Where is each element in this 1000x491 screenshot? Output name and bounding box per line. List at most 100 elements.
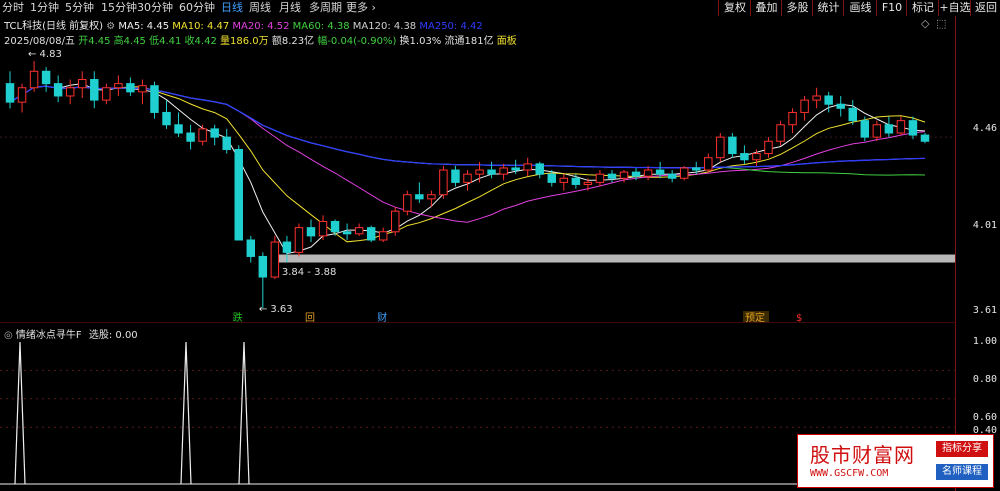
info-high: 高4.45 [113,36,146,47]
event-marker-1: 回 [305,312,315,322]
high-label: ← 4.83 [28,49,62,60]
toolbar-button-0[interactable]: 复权 [718,0,751,16]
toolbar-button-7[interactable]: +自选 [938,0,971,16]
signal-spike-0 [14,341,26,485]
fullscreen-icon[interactable]: ⬚ [936,17,946,30]
candle-63 [764,137,773,158]
candle-36 [439,165,448,199]
ma-line-MA5 [9,83,926,255]
candle-55 [667,170,677,183]
expand-icon[interactable]: ◇ [921,17,929,30]
indicator-tick-1: 0.80 [972,374,997,385]
candle-10 [126,77,135,96]
candle-2 [29,61,39,92]
candle-34 [415,182,424,203]
info-close: 收4.42 [184,36,217,47]
price-tick-1: 4.01 [972,220,997,231]
indicator-header: ◎ 情绪冰点寻牛F 选股: 0.00 [4,326,138,341]
toolbar-button-3[interactable]: 统计 [812,0,844,16]
toolbar-button-2[interactable]: 多股 [781,0,813,16]
ma-legend-1: MA10: 4.47 [172,21,233,32]
period-tab-7[interactable]: 周线 [249,0,271,16]
period-tab-10[interactable]: 更多 › [346,0,376,16]
toolbar-button-8[interactable]: 返回 [970,0,1000,16]
period-tab-5[interactable]: 60分钟 [179,0,215,16]
indicator-select: 选股: 0.00 [88,330,138,341]
candle-1 [17,83,27,113]
ma-legend-0: MA5: 4.45 [118,21,173,32]
ma-legend-5: MA250: 4.42 [419,21,483,32]
candle-32 [391,207,400,236]
candle-73 [884,116,894,138]
period-tab-3[interactable]: 15分钟 [101,0,137,16]
period-tab-1[interactable]: 1分钟 [30,0,59,16]
period-tab-4[interactable]: 30分钟 [137,0,173,16]
candle-29 [354,223,364,236]
indicator-toggle-icon[interactable]: ◎ [4,330,16,341]
indicator-tick-0: 1.00 [972,336,997,347]
candle-60 [728,133,737,158]
price-chart[interactable]: ← 4.83 3.84 - 3.88 ← 3.63 跌 回 财 预定 $ [0,16,955,322]
board-link[interactable]: 面板 [497,36,517,47]
info-open: 开4.45 [78,36,111,47]
period-tab-9[interactable]: 多周期 [309,0,342,16]
candle-13 [162,100,171,129]
toolbar-button-1[interactable]: 叠加 [750,0,782,16]
ma-line-MA20 [9,85,926,223]
candle-24 [294,223,304,257]
ma-legend-3: MA60: 4.38 [292,21,353,32]
range-label: 3.84 - 3.88 [282,267,337,278]
support-band [272,254,955,263]
candle-40 [487,161,496,179]
ma-legend-2: MA20: 4.52 [232,21,293,32]
candle-76 [920,133,930,144]
candle-38 [463,170,472,191]
candle-56 [679,165,689,181]
candle-12 [150,81,159,119]
period-toolbar: 分时 1分钟 5分钟 15分钟 30分钟 60分钟 日线 周线 月线 多周期 更多 › 复权 叠加 多股统… [0,0,1000,16]
event-marker-4: $ [796,313,802,322]
price-tick-2: 3.61 [972,305,997,316]
watermark-title: 股市财富网 [810,443,915,467]
candle-20 [246,235,256,263]
candle-65 [788,108,797,134]
candle-70 [848,100,857,125]
candle-64 [776,120,785,146]
candle-72 [872,120,882,142]
candle-15 [186,124,195,150]
candle-18 [222,128,231,154]
ma-line-MA120 [9,85,926,169]
candle-44 [535,161,544,179]
period-tab-0[interactable]: 分时 [2,0,24,16]
info-volume: 量186.0万 [220,36,269,47]
period-tab-6[interactable]: 日线 [221,0,243,16]
candle-43 [523,157,532,177]
toolbar-button-6[interactable]: 标记 [906,0,939,16]
candle-3 [41,67,51,92]
candle-7 [90,71,99,109]
settings-icon[interactable]: ⚙ [106,21,118,32]
info-turnover: 换1.03% [399,36,442,47]
signal-spike-1 [180,341,192,485]
candle-26 [318,215,328,240]
toolbar-button-4[interactable]: 画线 [843,0,877,16]
toolbar-button-5[interactable]: F10 [876,0,907,16]
candle-14 [174,112,183,138]
info-change: 幅-0.04(-0.90%) [317,36,397,47]
candle-17 [210,124,219,146]
watermark-url: WWW.GSCFW.COM [810,468,889,479]
candle-67 [812,87,821,109]
watermark-tag2: 名师课程 [936,464,988,480]
candle-50 [607,170,617,183]
period-tab-8[interactable]: 月线 [279,0,301,16]
candle-11 [138,79,147,105]
candle-66 [800,95,809,121]
candle-30 [366,225,376,243]
candle-21 [258,252,268,308]
candle-49 [595,170,605,187]
candle-28 [342,223,352,240]
candle-58 [704,153,713,173]
price-axis: 4.46 4.01 3.61 1.00 0.80 0.60 0.40 ◇ ⬚ [921,16,1000,491]
ma-legend-4: MA120: 4.38 [352,21,420,32]
period-tab-2[interactable]: 5分钟 [65,0,94,16]
